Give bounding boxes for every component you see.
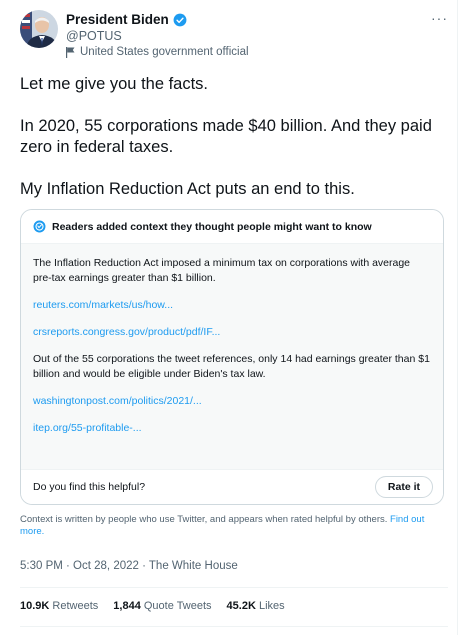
community-note-title: Readers added context they thought peopl…: [52, 220, 372, 233]
retweets-count: 10.9K: [20, 600, 50, 612]
note-link[interactable]: itep.org/55-profitable-...: [33, 421, 431, 436]
note-link[interactable]: washingtonpost.com/politics/2021/...: [33, 394, 431, 409]
community-note: Readers added context they thought peopl…: [20, 209, 444, 505]
tweet-paragraph: Let me give you the facts.: [20, 75, 209, 93]
community-note-header: Readers added context they thought peopl…: [21, 210, 443, 244]
verified-badge-icon: [173, 13, 187, 27]
tweet-header: President Biden @POTUS United States gov…: [20, 10, 448, 60]
likes-stat[interactable]: 45.2K Likes: [227, 600, 285, 612]
likes-label: Likes: [258, 600, 285, 612]
community-note-footer: Do you find this helpful? Rate it: [21, 469, 443, 504]
government-label-text: United States government official: [80, 46, 249, 58]
author-handle[interactable]: @POTUS: [66, 29, 122, 43]
flag-icon: [66, 46, 75, 58]
tweet-paragraph: In 2020, 55 corporations made $40 billio…: [20, 117, 432, 156]
likes-count: 45.2K: [226, 600, 256, 612]
more-options-icon[interactable]: ···: [431, 10, 448, 26]
context-disclaimer: Context is written by people who use Twi…: [20, 514, 448, 538]
rate-it-button[interactable]: Rate it: [374, 476, 433, 498]
community-note-body: The Inflation Reduction Act imposed a mi…: [21, 244, 443, 471]
quote-tweets-stat[interactable]: 1,844 Quote Tweets: [113, 600, 211, 612]
divider: [20, 587, 448, 588]
note-link[interactable]: reuters.com/markets/us/how...: [33, 298, 431, 313]
helpful-prompt: Do you find this helpful?: [33, 481, 146, 493]
retweets-stat[interactable]: 10.9K Retweets: [20, 600, 98, 612]
tweet-paragraph: My Inflation Reduction Act puts an end t…: [20, 180, 355, 198]
tweet-detail-frame: President Biden @POTUS United States gov…: [0, 0, 458, 635]
note-text: The Inflation Reduction Act imposed a mi…: [33, 257, 411, 284]
government-label: United States government official: [66, 46, 249, 58]
name-row: President Biden: [66, 12, 187, 27]
tweet-text: Let me give you the facts. In 2020, 55 c…: [20, 74, 440, 221]
note-text: Out of the 55 corporations the tweet ref…: [33, 353, 430, 380]
tweet-stats: 10.9K Retweets 1,844 Quote Tweets 45.2K …: [20, 600, 300, 612]
quote-tweets-count: 1,844: [113, 600, 141, 612]
community-notes-icon: [33, 220, 46, 233]
avatar[interactable]: [20, 10, 58, 48]
note-link[interactable]: crsreports.congress.gov/product/pdf/IF..…: [33, 325, 431, 340]
tweet-timestamp[interactable]: 5:30 PM · Oct 28, 2022 · The White House: [20, 560, 238, 572]
divider: [20, 626, 448, 627]
quote-tweets-label: Quote Tweets: [143, 600, 212, 612]
author-name[interactable]: President Biden: [66, 12, 169, 27]
context-disclaimer-text: Context is written by people who use Twi…: [20, 514, 388, 525]
retweets-label: Retweets: [52, 600, 99, 612]
